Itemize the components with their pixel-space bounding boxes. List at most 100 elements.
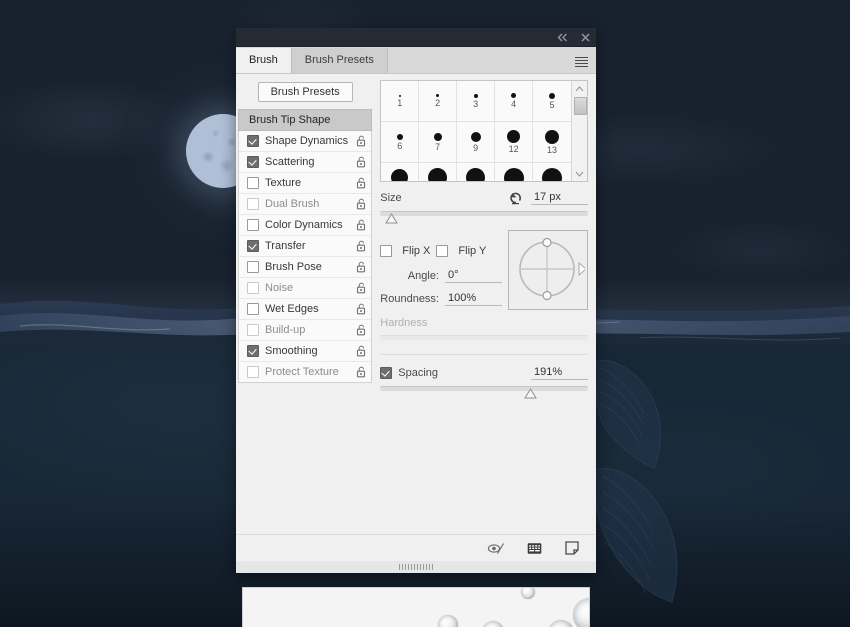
checkbox-shape-dynamics[interactable]: [247, 135, 259, 147]
brush-tip-cell[interactable]: 3: [457, 81, 495, 122]
brush-tip-cell[interactable]: 1: [381, 81, 419, 122]
brush-tip-cell[interactable]: 4: [495, 81, 533, 122]
reset-arrow-icon[interactable]: [508, 191, 524, 205]
unlocked-padlock-icon[interactable]: [356, 240, 367, 252]
spacing-slider[interactable]: [380, 383, 588, 399]
sidebar-item-transfer[interactable]: Transfer: [239, 236, 371, 257]
flip-x-toggle[interactable]: Flip X: [380, 245, 430, 257]
dial-handle-top: [543, 239, 551, 247]
sidebar-item-brush-tip-shape[interactable]: Brush Tip Shape: [238, 109, 372, 131]
tab-brush[interactable]: Brush: [236, 48, 292, 73]
sidebar-item-wet-edges[interactable]: Wet Edges: [239, 299, 371, 320]
sidebar-item-shape-dynamics[interactable]: Shape Dynamics: [239, 131, 371, 152]
brush-tip-cell[interactable]: 19: [457, 163, 495, 182]
checkbox-smoothing[interactable]: [247, 345, 259, 357]
panel-menu-icon[interactable]: [572, 52, 590, 68]
brush-tip-cell[interactable]: 6: [381, 122, 419, 163]
unlocked-padlock-icon[interactable]: [356, 303, 367, 315]
brush-tip-cell[interactable]: 13: [533, 122, 571, 163]
checkbox-flip-x[interactable]: [380, 245, 392, 257]
checkbox-dual-brush[interactable]: [247, 198, 259, 210]
unlocked-padlock-icon[interactable]: [356, 198, 367, 210]
checkbox-noise[interactable]: [247, 282, 259, 294]
brush-tip-size-label: 6: [397, 142, 402, 151]
unlocked-padlock-icon[interactable]: [356, 177, 367, 189]
sidebar-item-texture[interactable]: Texture: [239, 173, 371, 194]
checkbox-color-dynamics[interactable]: [247, 219, 259, 231]
checkbox-spacing[interactable]: [380, 367, 392, 379]
size-slider-track: [380, 211, 588, 216]
brush-tip-cell[interactable]: 16: [381, 163, 419, 182]
brush-tip-cell[interactable]: 12: [495, 122, 533, 163]
brush-tip-dot: [428, 168, 447, 182]
hardness-label: Hardness: [380, 317, 427, 329]
angle-label: Angle:: [408, 270, 439, 282]
size-slider[interactable]: [380, 208, 588, 224]
sidebar-item-smoothing[interactable]: Smoothing: [239, 341, 371, 362]
checkbox-wet-edges[interactable]: [247, 303, 259, 315]
checkbox-transfer[interactable]: [247, 240, 259, 252]
size-value-field[interactable]: 17 px: [531, 191, 588, 205]
brush-tip-cell[interactable]: 18: [419, 163, 457, 182]
sidebar-item-brush-pose[interactable]: Brush Pose: [239, 257, 371, 278]
brush-tip-cell[interactable]: 24: [495, 163, 533, 182]
brush-panel: Brush Brush Presets Brush Presets Brush …: [236, 28, 596, 573]
checkbox-build-up[interactable]: [247, 324, 259, 336]
resize-grip[interactable]: [236, 561, 596, 573]
sidebar-item-protect-texture[interactable]: Protect Texture: [239, 362, 371, 382]
brush-tip-cells: 1234567912131618192429: [381, 81, 571, 181]
sidebar-item-dual-brush[interactable]: Dual Brush: [239, 194, 371, 215]
angle-roundness-dial[interactable]: [508, 230, 588, 310]
unlocked-padlock-icon[interactable]: [356, 345, 367, 357]
brush-tip-cell[interactable]: 2: [419, 81, 457, 122]
scrollbar-thumb[interactable]: [574, 97, 587, 115]
unlocked-padlock-icon[interactable]: [356, 261, 367, 273]
angle-value-field[interactable]: 0°: [445, 269, 502, 283]
create-new-brush-icon[interactable]: [562, 540, 582, 556]
brush-tip-cell[interactable]: 7: [419, 122, 457, 163]
size-slider-thumb[interactable]: [385, 213, 398, 224]
open-preset-manager-icon[interactable]: [524, 540, 544, 556]
sidebar-item-scattering[interactable]: Scattering: [239, 152, 371, 173]
sidebar-item-color-dynamics[interactable]: Color Dynamics: [239, 215, 371, 236]
spacing-row: Spacing 191%: [380, 366, 588, 380]
unlocked-padlock-icon[interactable]: [356, 219, 367, 231]
toggle-live-tip-brush-preview-icon[interactable]: [486, 540, 506, 556]
close-panel-button[interactable]: [578, 30, 592, 44]
brush-grid-scrollbar[interactable]: [571, 81, 587, 181]
sidebar-item-noise[interactable]: Noise: [239, 278, 371, 299]
brush-tip-cell[interactable]: 29: [533, 163, 571, 182]
panel-titlebar: [236, 28, 596, 47]
chevron-down-icon[interactable]: [572, 167, 587, 180]
brush-tip-cell[interactable]: 9: [457, 122, 495, 163]
sidebar-item-label: Texture: [265, 177, 356, 189]
sidebar-item-label: Build-up: [265, 324, 356, 336]
sidebar-item-label: Color Dynamics: [265, 219, 356, 231]
unlocked-padlock-icon[interactable]: [356, 366, 367, 378]
tab-brush-presets[interactable]: Brush Presets: [292, 48, 388, 73]
brush-presets-button[interactable]: Brush Presets: [258, 82, 353, 102]
roundness-value-field[interactable]: 100%: [445, 292, 502, 306]
collapse-to-icons-button[interactable]: [555, 30, 569, 44]
flip-y-toggle[interactable]: Flip Y: [436, 245, 486, 257]
brush-tip-dot: [511, 93, 516, 98]
brush-tip-cell[interactable]: 5: [533, 81, 571, 122]
checkbox-protect-texture[interactable]: [247, 366, 259, 378]
unlocked-padlock-icon[interactable]: [356, 156, 367, 168]
brush-tip-dot: [549, 93, 555, 99]
brush-tip-size-label: 2: [435, 99, 440, 108]
checkbox-flip-y[interactable]: [436, 245, 448, 257]
chevron-up-icon[interactable]: [572, 82, 587, 95]
unlocked-padlock-icon[interactable]: [356, 282, 367, 294]
checkbox-scattering[interactable]: [247, 156, 259, 168]
flip-x-label: Flip X: [402, 245, 430, 257]
checkbox-brush-pose[interactable]: [247, 261, 259, 273]
unlocked-padlock-icon[interactable]: [356, 135, 367, 147]
checkbox-texture[interactable]: [247, 177, 259, 189]
spacing-slider-thumb[interactable]: [524, 388, 537, 399]
sidebar-item-build-up[interactable]: Build-up: [239, 320, 371, 341]
unlocked-padlock-icon[interactable]: [356, 324, 367, 336]
close-icon: [581, 33, 590, 42]
spacing-value-field[interactable]: 191%: [531, 366, 588, 380]
brush-tip-dot: [471, 132, 481, 142]
